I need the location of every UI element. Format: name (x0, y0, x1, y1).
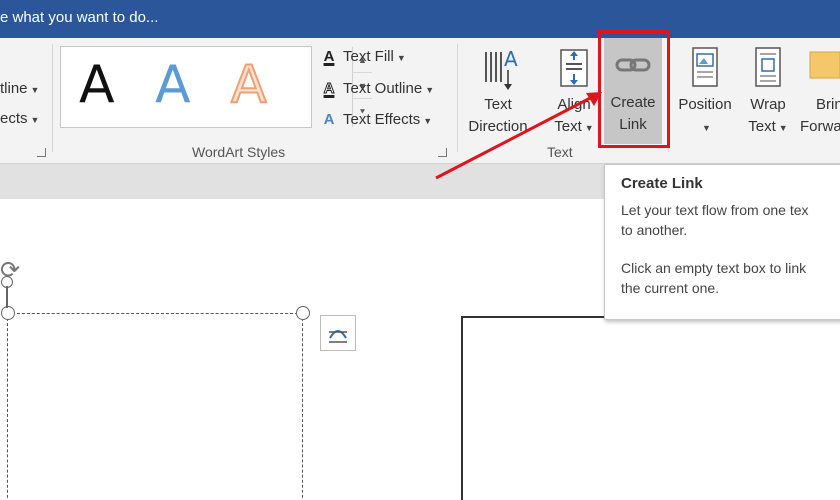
dialog-launcher-icon[interactable] (37, 148, 46, 157)
text-effects-label: Text Effects (343, 111, 421, 128)
text-effects-button[interactable]: A Text Effects ▼ (320, 111, 433, 128)
tell-me-search[interactable]: e what you want to do... (0, 9, 158, 26)
create-link-tooltip: Create Link Let your text flow from one … (604, 164, 840, 320)
title-bar: e what you want to do... (0, 0, 840, 38)
ribbon: tline ▼ ects ▼ A A A ▲ ▼ ⯆ A Text Fill ▼ A Te… (0, 38, 840, 164)
text-fill-label: Text Fill (343, 48, 394, 65)
tooltip-line-1: Let your text flow from one tex (621, 202, 809, 218)
tooltip-line-3: Click an empty text box to link (621, 260, 807, 276)
bring-forward-label-2: Forwa (800, 118, 840, 135)
tooltip-title: Create Link (621, 175, 703, 192)
layout-options-icon[interactable] (320, 315, 356, 351)
chevron-down-icon: ▼ (30, 115, 40, 125)
text-fill-button[interactable]: A Text Fill ▼ (320, 48, 406, 65)
rotate-handle-icon[interactable]: ⟳ (0, 256, 20, 285)
tooltip-line-2: to another. (621, 222, 688, 238)
resize-handle[interactable] (296, 306, 310, 320)
group-separator (52, 44, 53, 152)
outline-label: tline (0, 80, 28, 97)
svg-text:A: A (504, 47, 518, 71)
effects-dropdown[interactable]: ects ▼ (0, 110, 39, 127)
bring-forward-label-1: Brin (816, 96, 840, 113)
wrap-text-label-2-text: Text (748, 118, 776, 135)
position-label: Position (678, 96, 732, 113)
position-icon (683, 42, 727, 94)
bring-forward-icon (800, 42, 840, 94)
bring-forward-button[interactable]: Brin Forwa (800, 42, 840, 154)
wordart-gallery: A A A ▲ ▼ ⯆ (60, 46, 372, 128)
wordart-style-blue[interactable]: A (155, 55, 191, 115)
text-outline-label: Text Outline (343, 80, 423, 97)
text-effects-icon: A (323, 111, 335, 128)
text-outline-icon: A (323, 80, 335, 98)
text-box-empty[interactable] (461, 316, 840, 500)
wordart-styles-label: WordArt Styles (192, 144, 286, 160)
chevron-down-icon: ▼ (778, 123, 788, 133)
wrap-text-button[interactable]: Wrap Text ▼ (742, 42, 794, 154)
text-box-selected[interactable] (7, 313, 303, 500)
text-fill-icon: A (323, 48, 335, 65)
position-chevron: ▼ (672, 116, 738, 139)
annotation-arrow-icon (435, 92, 602, 180)
position-button[interactable]: Position ▼ (672, 42, 738, 154)
resize-handle[interactable] (1, 306, 15, 320)
outline-dropdown[interactable]: tline ▼ (0, 80, 39, 97)
text-outline-button[interactable]: A Text Outline ▼ (320, 80, 434, 98)
wordart-style-black[interactable]: A (79, 55, 115, 115)
wrap-text-icon (746, 42, 790, 94)
rotate-connector (6, 286, 8, 308)
tooltip-line-4: the current one. (621, 280, 720, 296)
chevron-down-icon: ▼ (702, 123, 711, 133)
wordart-style-orange[interactable]: A (230, 54, 268, 116)
wrap-text-label-1: Wrap (750, 96, 786, 113)
chevron-down-icon: ▼ (30, 85, 40, 95)
wrap-text-label-2: Text ▼ (742, 116, 794, 139)
effects-label: ects (0, 110, 28, 127)
chevron-down-icon: ▼ (396, 53, 406, 63)
